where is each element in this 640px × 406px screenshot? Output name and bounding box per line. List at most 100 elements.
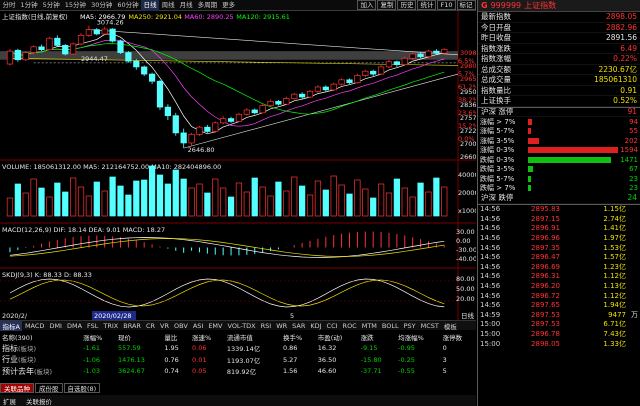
cell-diff: -9.15 [360,344,378,353]
table-header-cell[interactable]: 流通市值 [225,331,281,343]
indicator-tab-2[interactable]: DMI [47,322,65,330]
toolbar-button-5[interactable]: 标记 [456,0,476,10]
low-annotation: 2646.80 [188,146,215,154]
toolbar-button-4[interactable]: F10 [437,0,456,10]
status-item-1[interactable]: 关联报价 [23,396,55,406]
indicator-tab-14[interactable]: WR [274,322,290,330]
indicator-tab-15[interactable]: SAR [290,322,308,330]
indicator-tab-4[interactable]: FSL [85,322,101,330]
period-tab-5[interactable]: 60分钟 [115,0,141,11]
volume-bar [251,177,258,217]
table-row[interactable]: 行业(板块) -1.06 1476.13 0.76 0.01 1193.07亿 5.27 36… [0,354,476,366]
period-tab-0[interactable]: 分时 [0,0,18,11]
indicator-tab-1[interactable]: MACD [22,322,46,330]
candle-body [133,60,140,68]
chart-area[interactable]: 上证指数(日线,前复权) MA5: 2966.79 MA250: 2921.04 MA… [0,11,476,320]
table-header-cell[interactable]: 名称(390) [0,331,81,343]
indicator-tab-13[interactable]: RSI [258,322,274,330]
candle-body [377,66,385,75]
bottom-tab-2[interactable]: 自选股(8) [63,383,101,393]
tick-price: 2896.78 [531,330,560,339]
indicator-tab-16[interactable]: KDJ [308,322,324,330]
status-item-0[interactable]: 扩展 [0,396,19,406]
cell-cap: 1339.14亿 [226,345,261,354]
table-header-cell[interactable]: 均涨幅% [396,331,441,343]
tick-time: 14:56 [480,291,501,300]
candle-body [235,113,243,122]
table-row[interactable]: 预计去年(板块) -1.03 3624.67 0.74 0.05 819.92亿 1.56 4… [0,366,476,378]
toolbar-button-3[interactable]: 统计 [417,0,437,10]
high-annotation: 3074.26 [97,19,124,27]
tick-price: 2896.72 [531,291,560,300]
volume-bar [70,177,77,217]
table-header-cell[interactable]: 换手% [281,331,316,343]
period-tab-9[interactable]: 多周期 [195,0,220,11]
table-header-cell[interactable]: 涨速% [190,331,225,343]
indicator-tab-10[interactable]: ASI [190,322,206,330]
toolbar-button-2[interactable]: 历史 [397,0,417,10]
distribution-value: 1471 [620,155,638,164]
tick-price: 2897.35 [531,243,560,252]
toolbar-button-0[interactable]: 加入 [357,0,377,10]
indicator-tab-3[interactable]: DMA [64,322,84,330]
indicator-tab-9[interactable]: OBV [171,322,190,330]
table-header-cell[interactable]: 涨停数 [441,331,476,343]
indicator-tab-23[interactable]: 模板 [441,321,459,331]
status-bar: 扩展 关联报价 [0,395,476,406]
volume-bar [259,186,266,217]
indicator-tab-20[interactable]: BOLL [379,322,401,330]
cell-vr: 0.76 [164,355,179,364]
distribution-row: 涨幅 > 7% 94 [478,117,640,127]
period-tab-2[interactable]: 5分钟 [40,0,62,11]
sector-table: 名称(390) 涨幅% 现价 量比 涨速% 流通市值 换手% 市盈(动) 涨跌 均涨幅% 涨停数 指… [0,331,476,377]
period-tab-6[interactable]: 日线 [141,0,160,11]
bottom-tab-1[interactable]: 成份股 [35,383,63,393]
period-tab-4[interactable]: 30分钟 [89,0,115,11]
table-row[interactable]: 指标(板块) -1.61 557.59 1.95 0.06 1339.14亿 0.86 16.… [0,343,476,355]
indicator-tab-12[interactable]: VOL-TDX [225,322,258,330]
cell-price: 1476.13 [117,355,145,364]
indicator-tab-6[interactable]: BRAR [121,322,144,330]
indicator-tab-11[interactable]: EMV [206,322,225,330]
volume-bar [125,194,132,217]
distribution-bar [528,137,618,144]
cell-price: 3624.67 [117,367,145,376]
indicator-tab-19[interactable]: MTM [359,322,379,330]
macd-axis-label-0: 30.00 [456,228,475,236]
bottom-tab-0[interactable]: 关联品种 [0,383,34,393]
period-tab-1[interactable]: 1分钟 [18,0,40,11]
indicator-tab-21[interactable]: PSY [401,322,418,330]
skdj-d-line [9,279,445,307]
toolbar-button-1[interactable]: 复制 [377,0,397,10]
candle-body [70,43,77,55]
table-header-cell[interactable]: 量比 [162,331,190,343]
volume-bar [54,182,61,217]
pct-axis-label-0: 6.5% [458,57,475,65]
period-tab-3[interactable]: 15分钟 [62,0,88,11]
period-tab-8[interactable]: 月线 [177,0,195,11]
tick-price: 2897.65 [531,301,560,310]
indicator-tab-0[interactable]: 指标A [0,320,23,331]
indicator-tab-22[interactable]: MCST [418,322,441,330]
table-header-cell[interactable]: 涨幅% [81,331,116,343]
quote-field-label: 上证换手 [481,96,511,106]
volume-bar [172,169,179,217]
indicator-tab-7[interactable]: CR [143,322,157,330]
indicator-tab-5[interactable]: TRIX [101,322,121,330]
cell-diff: -15.80 [360,355,382,364]
cell-avg: -0.25 [398,355,415,364]
row-name-cell: 指标(板块) [0,343,81,355]
indicator-tab-8[interactable]: VR [158,322,172,330]
table-header-cell[interactable]: 市盈(动) [316,331,359,343]
table-header-cell[interactable]: 现价 [116,331,162,343]
candle-body [62,45,69,55]
kline-chart-svg[interactable]: 上证指数(日线,前复权) MA5: 2966.79 MA250: 2921.04 MA… [0,11,476,320]
distribution-bar [528,175,618,182]
indicator-tab-18[interactable]: ROC [340,322,359,330]
period-tab-10[interactable]: 更多 [220,0,238,11]
period-tab-7[interactable]: 周线 [159,0,177,11]
volume-bar [243,191,250,217]
quote-field-value: 2898.05 [605,12,637,22]
indicator-tab-17[interactable]: CCI [324,322,340,330]
table-header-cell[interactable]: 涨跌 [359,331,396,343]
